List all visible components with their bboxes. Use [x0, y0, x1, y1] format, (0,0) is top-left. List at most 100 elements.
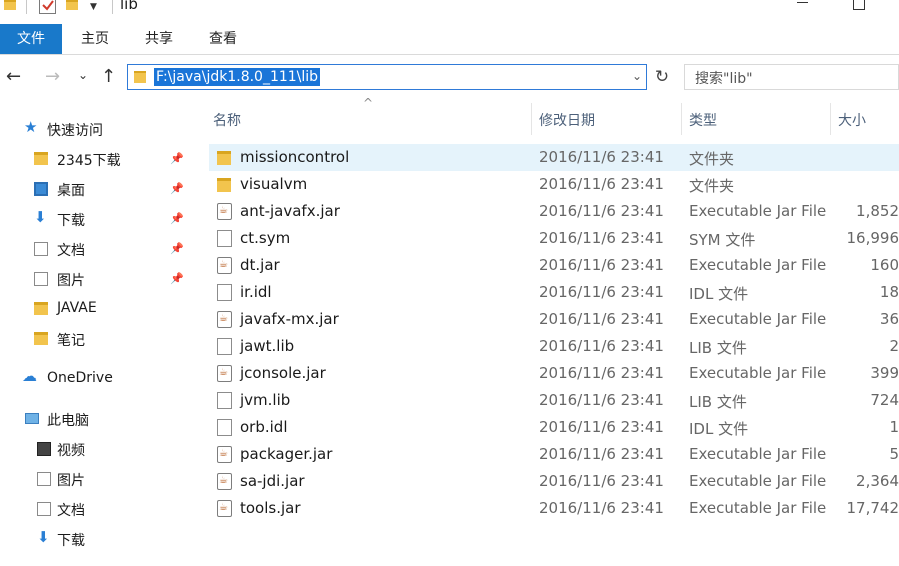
file-type: Executable Jar File: [689, 202, 827, 220]
title-separator: [112, 0, 113, 14]
file-icon: [217, 338, 232, 355]
file-icon: [217, 392, 232, 409]
file-size: 1: [889, 418, 899, 436]
nav-label: 笔记: [57, 333, 85, 349]
file-size: 399: [870, 364, 899, 382]
maximize-button[interactable]: [853, 0, 865, 10]
nav-label: 快速访问: [47, 123, 103, 139]
file-date: 2016/11/6 23:41: [539, 418, 664, 436]
file-name: jvm.lib: [240, 391, 291, 409]
pin-icon: 📌: [170, 272, 184, 285]
tab-home[interactable]: 主页: [64, 24, 126, 54]
nav-item-pc-documents[interactable]: 文档: [0, 494, 200, 524]
file-row[interactable]: ant-javafx.jar 2016/11/6 23:41 Executable …: [209, 198, 899, 225]
nav-item-pc-pictures[interactable]: 图片: [0, 464, 200, 494]
nav-item-pc-downloads[interactable]: ⬇ 下载: [0, 524, 200, 554]
file-type: Executable Jar File: [689, 472, 827, 490]
nav-item-onedrive[interactable]: ☁ OneDrive: [0, 364, 200, 394]
minimize-button[interactable]: [797, 2, 808, 3]
column-header-type[interactable]: 类型: [689, 110, 717, 142]
file-row[interactable]: jvm.lib 2016/11/6 23:41 LIB 文件 724: [209, 387, 899, 414]
file-row[interactable]: packager.jar 2016/11/6 23:41 Executable Ja…: [209, 441, 899, 468]
customize-quick-access-icon[interactable]: ▼: [90, 2, 97, 12]
file-type: Executable Jar File: [689, 310, 827, 328]
file-size: 5: [889, 445, 899, 463]
nav-item-documents[interactable]: 文档 📌: [0, 234, 200, 264]
jar-icon: [217, 365, 232, 382]
window-title: lib: [120, 0, 138, 13]
file-row[interactable]: visualvm 2016/11/6 23:41 文件夹: [209, 171, 899, 198]
column-divider[interactable]: [531, 103, 532, 135]
nav-quick-access[interactable]: ★ 快速访问: [0, 114, 200, 144]
nav-item-pictures[interactable]: 图片 📌: [0, 264, 200, 294]
properties-icon[interactable]: [39, 0, 56, 14]
nav-label: 2345下载: [57, 153, 121, 169]
nav-label: 文档: [57, 243, 85, 259]
file-date: 2016/11/6 23:41: [539, 310, 664, 328]
file-row[interactable]: javafx-mx.jar 2016/11/6 23:41 Executable J…: [209, 306, 899, 333]
file-icon: [217, 230, 232, 247]
nav-item-videos[interactable]: 视频: [0, 434, 200, 464]
file-row[interactable]: ir.idl 2016/11/6 23:41 IDL 文件 18: [209, 279, 899, 306]
nav-item-downloads[interactable]: ⬇ 下载 📌: [0, 204, 200, 234]
toolbar-separator: [26, 0, 27, 14]
refresh-button[interactable]: ↻: [651, 65, 673, 89]
nav-label: 此电脑: [47, 413, 89, 429]
nav-label: 图片: [57, 273, 85, 289]
tab-share[interactable]: 共享: [128, 24, 190, 54]
column-divider[interactable]: [681, 103, 682, 135]
up-button[interactable]: ↑: [101, 66, 116, 87]
file-row[interactable]: sa-jdi.jar 2016/11/6 23:41 Executable Jar …: [209, 468, 899, 495]
file-date: 2016/11/6 23:41: [539, 202, 664, 220]
column-header-size[interactable]: 大小: [838, 110, 866, 142]
nav-item-2345-download[interactable]: 2345下载 📌: [0, 144, 200, 174]
tab-view[interactable]: 查看: [192, 24, 254, 54]
back-button[interactable]: ←: [6, 66, 21, 87]
nav-item-desktop[interactable]: 桌面 📌: [0, 174, 200, 204]
nav-item-this-pc[interactable]: 此电脑: [0, 404, 200, 434]
folder-icon: [217, 151, 231, 165]
file-name: orb.idl: [240, 418, 288, 436]
file-type: IDL 文件: [689, 285, 749, 303]
recent-locations-button[interactable]: ⌄: [78, 68, 88, 82]
tab-file[interactable]: 文件: [0, 24, 62, 54]
folder-icon: [34, 332, 48, 345]
file-name: jconsole.jar: [240, 364, 326, 382]
search-input[interactable]: 搜索"lib": [684, 64, 899, 90]
nav-label: OneDrive: [47, 370, 113, 386]
file-row[interactable]: jconsole.jar 2016/11/6 23:41 Executable Ja…: [209, 360, 899, 387]
file-row[interactable]: ct.sym 2016/11/6 23:41 SYM 文件 16,996: [209, 225, 899, 252]
navigation-pane: ★ 快速访问 2345下载 📌 桌面 📌 ⬇ 下载 📌 文档 📌 图片 📌 JA…: [0, 100, 200, 566]
address-bar[interactable]: F:\java\jdk1.8.0_111\lib ⌄: [127, 64, 647, 90]
file-date: 2016/11/6 23:41: [539, 364, 664, 382]
new-folder-icon[interactable]: [66, 0, 78, 10]
file-type: Executable Jar File: [689, 364, 827, 382]
nav-item-notes[interactable]: 笔记: [0, 324, 200, 354]
address-path[interactable]: F:\java\jdk1.8.0_111\lib: [154, 68, 321, 86]
forward-button[interactable]: →: [45, 66, 60, 87]
picture-icon: [34, 272, 48, 286]
file-row[interactable]: orb.idl 2016/11/6 23:41 IDL 文件 1: [209, 414, 899, 441]
sort-ascending-icon: ^: [363, 96, 374, 110]
nav-label: 文档: [57, 503, 85, 519]
nav-item-javae[interactable]: JAVAE: [0, 294, 200, 324]
folder-icon[interactable]: [4, 0, 16, 10]
file-row[interactable]: jawt.lib 2016/11/6 23:41 LIB 文件 2: [209, 333, 899, 360]
column-header-name[interactable]: 名称: [213, 110, 241, 142]
chevron-down-icon[interactable]: ⌄: [632, 69, 642, 83]
column-divider[interactable]: [830, 103, 831, 135]
file-date: 2016/11/6 23:41: [539, 337, 664, 355]
jar-icon: [217, 446, 232, 463]
file-row[interactable]: tools.jar 2016/11/6 23:41 Executable Jar F…: [209, 495, 899, 522]
file-date: 2016/11/6 23:41: [539, 499, 664, 517]
file-row[interactable]: dt.jar 2016/11/6 23:41 Executable Jar File…: [209, 252, 899, 279]
nav-label: 视频: [57, 443, 85, 459]
jar-icon: [217, 473, 232, 490]
file-type: Executable Jar File: [689, 445, 827, 463]
column-header-date[interactable]: 修改日期: [539, 110, 595, 142]
desktop-icon: [34, 182, 48, 196]
file-row[interactable]: missioncontrol 2016/11/6 23:41 文件夹: [209, 144, 899, 171]
nav-label: 下载: [57, 533, 85, 549]
nav-label: 下载: [57, 213, 85, 229]
file-name: sa-jdi.jar: [240, 472, 305, 490]
